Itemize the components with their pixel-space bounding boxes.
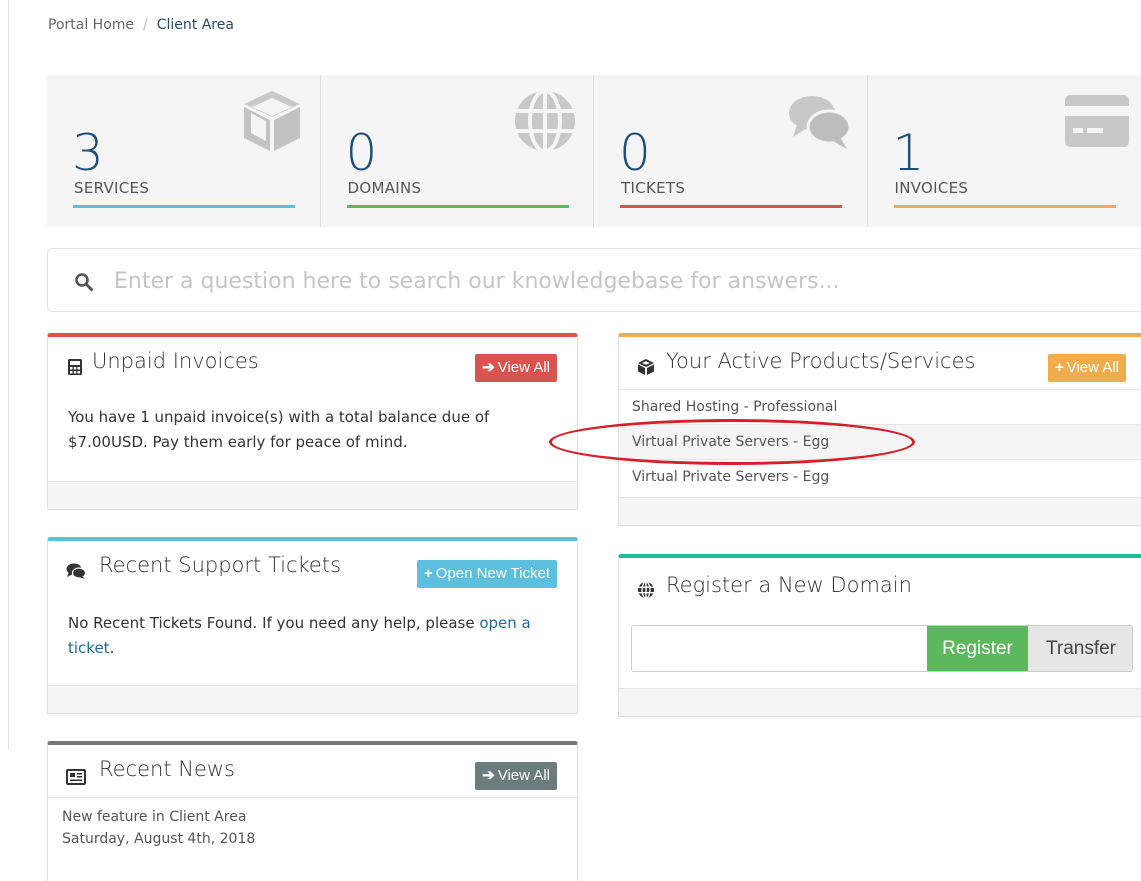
recent-news-panel: Recent News ➔ View All New feature in Cli… [47,741,578,881]
stat-tiles: 3 SERVICES 0 DOMAINS 0 TICKETS 1 INVOICE… [47,75,1141,227]
panel-title: Recent Support Tickets [99,553,342,577]
panel-footer [48,685,577,713]
button-label: View All [497,359,550,376]
domain-input[interactable] [632,626,926,671]
panel-header: Recent Support Tickets + Open New Ticket [48,541,577,593]
comments-icon [788,96,851,149]
domains-label: DOMAINS [347,179,422,197]
open-new-ticket-button[interactable]: + Open New Ticket [417,560,557,588]
product-item[interactable]: Virtual Private Servers - Egg [619,424,1141,459]
arrow-right-icon: ➔ [482,359,495,376]
plus-icon: + [424,565,433,582]
view-all-services-button[interactable]: + View All [1047,354,1126,382]
active-products-panel: Your Active Products/Services + View All … [618,333,1141,526]
button-label: View All [1066,359,1119,376]
recent-tickets-panel: Recent Support Tickets + Open New Ticket … [47,537,578,714]
button-label: View All [497,767,550,784]
domain-search-form: Register Transfer [631,625,1133,672]
news-item[interactable]: New feature in Client Area Saturday, Aug… [48,797,577,858]
breadcrumb-separator: / [143,17,148,33]
newspaper-icon [66,769,86,785]
product-item[interactable]: Shared Hosting - Professional [619,389,1141,424]
globe-icon [638,581,654,599]
search-input[interactable] [114,261,1094,301]
globe-icon [515,89,575,153]
tile-tickets[interactable]: 0 TICKETS [594,75,868,227]
breadcrumb: Portal Home / Client Area [48,17,234,33]
panel-footer [48,481,577,509]
news-item-title: New feature in Client Area [62,809,247,825]
panel-header: Your Active Products/Services + View All [619,337,1141,389]
view-all-invoices-button[interactable]: ➔ View All [475,354,557,382]
invoices-count: 1 [892,124,925,182]
comments-icon [66,563,86,579]
plus-icon: + [1054,359,1064,376]
transfer-button[interactable]: Transfer [1028,626,1132,671]
services-label: SERVICES [74,179,150,197]
arrow-right-icon: ➔ [482,767,495,784]
panel-title: Unpaid Invoices [92,349,259,373]
invoices-message-line1: You have 1 unpaid invoice(s) with a tota… [68,408,490,426]
panel-title: Recent News [99,757,235,781]
panel-header: Register a New Domain [619,558,1141,610]
panel-footer [619,497,1141,525]
register-domain-panel: Register a New Domain Register Transfer [618,554,1141,717]
news-item-date: Saturday, August 4th, 2018 [62,831,256,847]
panel-header: Unpaid Invoices ➔ View All [48,337,577,389]
tickets-label: TICKETS [621,179,686,197]
product-item[interactable]: Virtual Private Servers - Egg [619,459,1141,494]
credit-card-icon [1065,95,1129,147]
panel-footer [619,688,1141,716]
tickets-message-text: No Recent Tickets Found. If you need any… [68,614,480,632]
invoices-bar [893,205,1116,208]
products-list: Shared Hosting - Professional Virtual Pr… [619,389,1141,494]
open-ticket-link[interactable]: open a [479,614,530,632]
services-bar [73,205,295,208]
search-icon[interactable] [74,272,94,292]
tickets-message: No Recent Tickets Found. If you need any… [68,611,531,661]
panel-header: Recent News ➔ View All [48,745,577,797]
services-count: 3 [72,124,104,182]
view-all-news-button[interactable]: ➔ View All [475,762,557,790]
breadcrumb-home-link[interactable]: Portal Home [48,17,134,33]
invoices-label: INVOICES [894,179,969,197]
tile-domains[interactable]: 0 DOMAINS [321,75,594,227]
tickets-count: 0 [619,124,651,182]
tile-services[interactable]: 3 SERVICES [47,75,321,227]
domains-count: 0 [345,124,378,182]
domains-bar [346,205,569,208]
unpaid-invoices-panel: Unpaid Invoices ➔ View All You have 1 unp… [47,333,578,510]
panel-title: Register a New Domain [666,573,912,597]
button-label: Open New Ticket [435,565,550,582]
breadcrumb-current: Client Area [156,17,234,33]
tile-invoices[interactable]: 1 INVOICES [868,75,1141,227]
invoices-message: You have 1 unpaid invoice(s) with a tota… [68,405,489,455]
register-button[interactable]: Register [927,626,1028,671]
calculator-icon [68,359,82,375]
open-ticket-link-continued[interactable]: ticket [68,639,110,657]
invoices-message-line2: $7.00USD. Pay them early for peace of mi… [68,433,408,451]
cube-icon [638,359,654,375]
tickets-message-period: . [109,639,115,657]
cube-icon [243,91,300,151]
panel-title: Your Active Products/Services [666,349,976,373]
left-border [8,0,9,750]
tickets-bar [620,205,842,208]
knowledgebase-search [47,248,1141,312]
